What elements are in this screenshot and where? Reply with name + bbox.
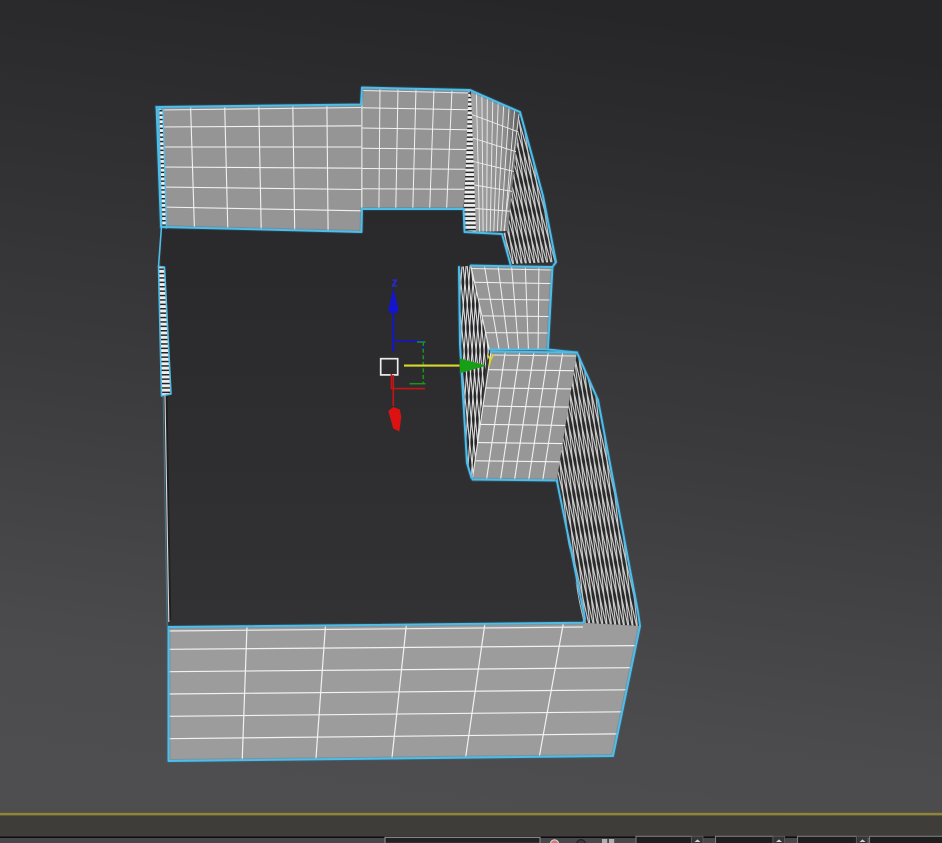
svg-text:z: z — [392, 276, 398, 290]
